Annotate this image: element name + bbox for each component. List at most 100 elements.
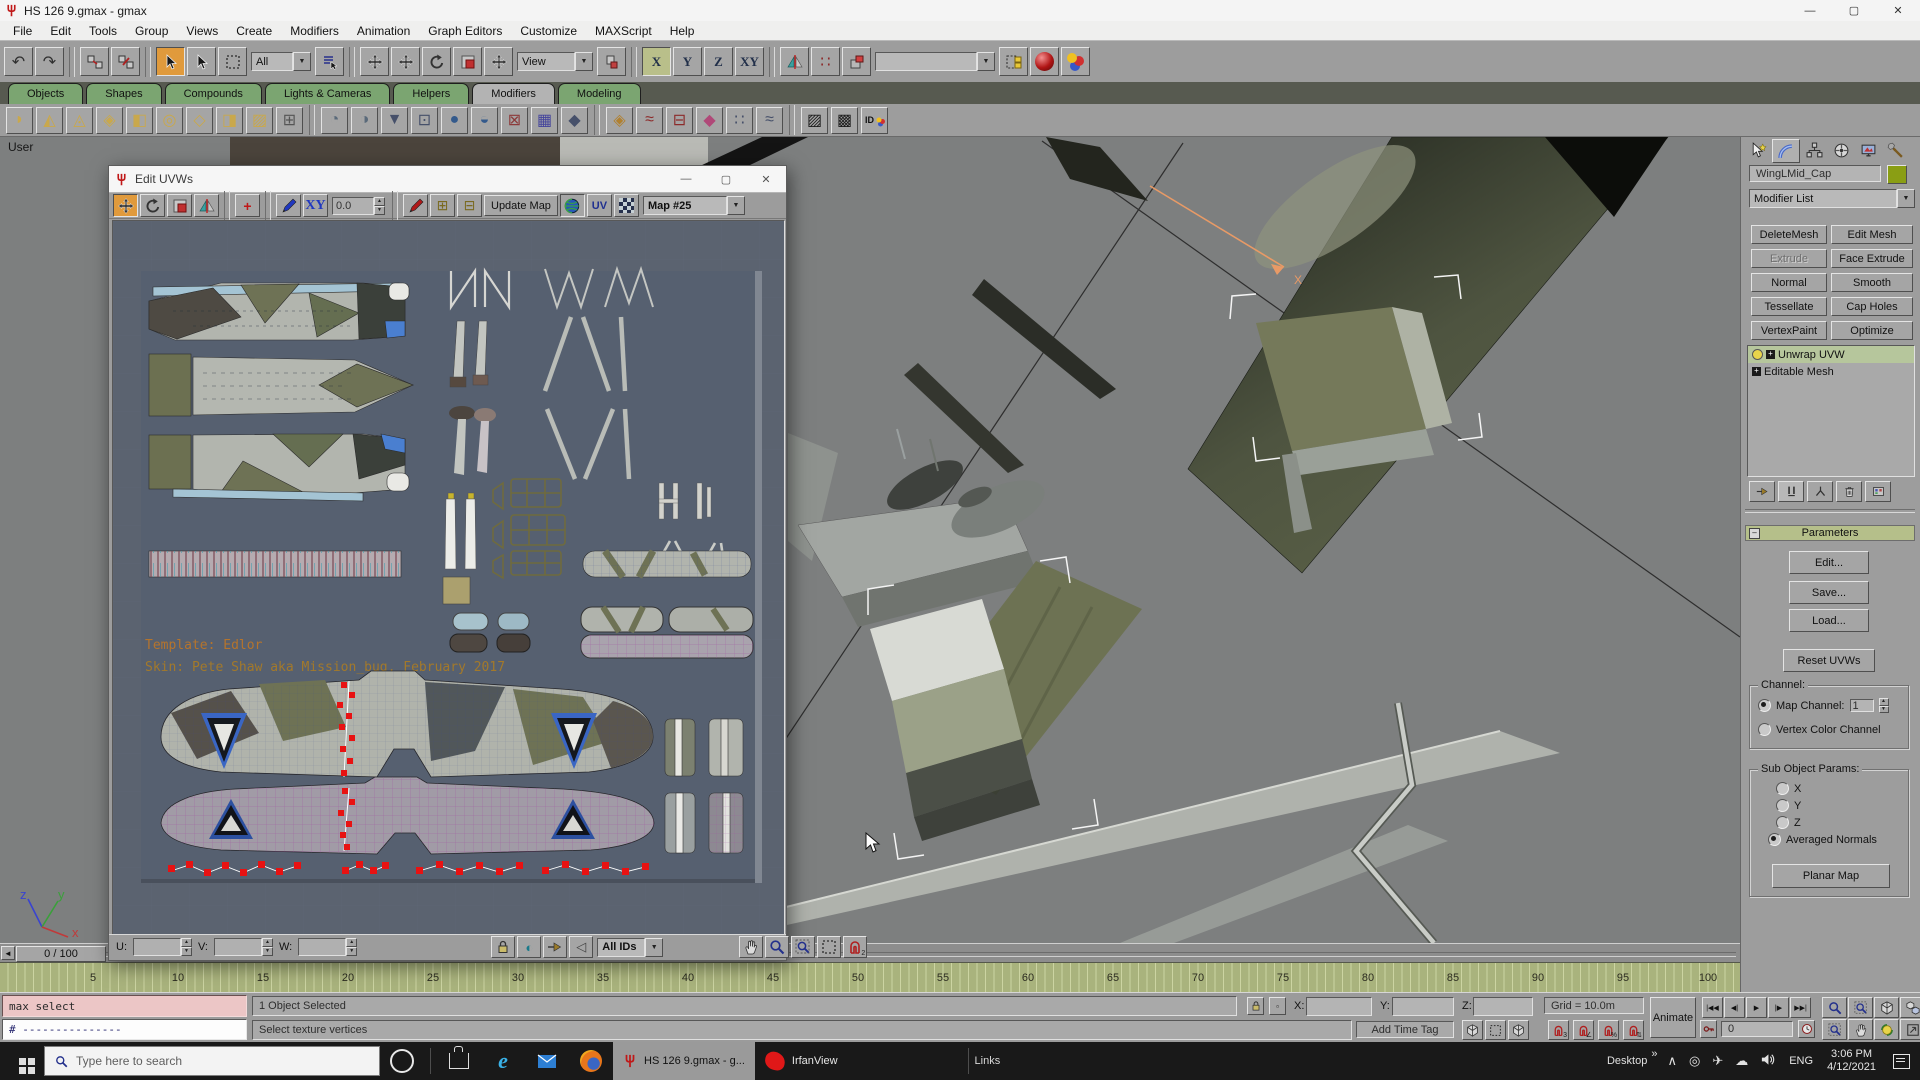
menu-file[interactable]: File [4, 21, 41, 40]
bend-modifier-icon[interactable]: ◗ [6, 106, 33, 134]
y-coord-field[interactable] [1392, 997, 1454, 1016]
grid-visible-icon[interactable] [613, 194, 639, 217]
pan-icon[interactable] [739, 936, 764, 958]
restrict-z-button[interactable]: Z [704, 47, 733, 76]
rotate-angle-field-spinner[interactable]: ▲ ▼ [374, 196, 385, 215]
modify-tab-button[interactable] [1772, 139, 1800, 163]
display-tab-button[interactable] [1855, 139, 1881, 161]
clock[interactable]: 3:06 PM 4/12/2021 [1827, 1048, 1876, 1074]
lock-selected-vertices-icon[interactable] [491, 936, 516, 958]
edit-mesh-button[interactable]: Edit Mesh [1831, 225, 1913, 244]
tab-shapes[interactable]: Shapes [86, 83, 162, 104]
select-and-manipulate-icon[interactable] [484, 47, 513, 76]
select-by-name-icon[interactable] [315, 47, 344, 76]
make-unique-icon[interactable] [1807, 481, 1833, 502]
expand-icon[interactable]: + [1752, 367, 1761, 376]
unwrap-icon[interactable]: ∷ [726, 106, 753, 134]
scale-uv-icon[interactable] [167, 194, 192, 217]
menu-create[interactable]: Create [227, 21, 281, 40]
object-name-field[interactable]: WingLMid_Cap [1749, 165, 1881, 182]
zoom-extents-all-icon[interactable] [1900, 997, 1920, 1018]
firefox-button[interactable] [569, 1042, 613, 1080]
min-max-toggle-icon[interactable] [1900, 1019, 1920, 1040]
viewport-label[interactable]: User [8, 140, 33, 154]
store-button[interactable] [437, 1042, 481, 1080]
checker-flag2-icon[interactable]: ▩ [831, 106, 858, 134]
sub-object-radio-x[interactable]: X [1776, 782, 1801, 795]
select-object-icon[interactable] [156, 47, 185, 76]
tab-helpers[interactable]: Helpers [393, 83, 470, 104]
stack-item-editable-mesh[interactable]: + Editable Mesh [1748, 363, 1914, 380]
spin-down-icon[interactable]: ▼ [374, 205, 385, 215]
language-indicator[interactable]: ENG [1789, 1055, 1813, 1067]
menu-animation[interactable]: Animation [348, 21, 419, 40]
checker-flag-icon[interactable]: ▨ [801, 106, 828, 134]
mirror-modifier-icon[interactable]: ◇ [186, 106, 213, 134]
show-map-icon[interactable] [559, 194, 585, 217]
zoom-viewport-icon[interactable] [1822, 997, 1847, 1018]
render-icon[interactable] [1061, 47, 1090, 76]
vertexpaint-button[interactable]: VertexPaint [1751, 321, 1827, 340]
normal-button[interactable]: Normal [1751, 273, 1827, 292]
spin-up-icon[interactable]: ▲ [262, 938, 273, 947]
add-time-tag[interactable]: Add Time Tag [1356, 1021, 1454, 1038]
links-toolbar[interactable]: Links [975, 1055, 1001, 1067]
utilities-tab-button[interactable] [1882, 139, 1908, 161]
align-icon[interactable] [842, 47, 871, 76]
reset-uvws-button[interactable]: Reset UVWs [1783, 649, 1875, 672]
stack-item-unwrap-uvw[interactable]: + Unwrap UVW [1748, 346, 1914, 363]
hidden-icons-chevron[interactable]: ∧ [1667, 1053, 1677, 1069]
menu-tools[interactable]: Tools [80, 21, 126, 40]
material-editor-icon[interactable] [1030, 47, 1059, 76]
region-zoom-icon[interactable] [1822, 1019, 1847, 1040]
xy-axis-icon[interactable]: XY [303, 194, 328, 217]
restrict-xy-button[interactable]: XY [735, 47, 764, 76]
map-select-dropdown-arrow-icon[interactable]: ▼ [726, 196, 745, 215]
radio-icon[interactable] [1776, 799, 1789, 812]
create-tab-button[interactable] [1745, 139, 1771, 161]
edit-button[interactable]: Edit... [1789, 551, 1869, 574]
desktop-toolbar[interactable]: Desktop [1607, 1055, 1647, 1067]
xform2-modifier-icon[interactable]: ⊠ [501, 106, 528, 134]
spline-tools-icon[interactable]: ≈ [756, 106, 783, 134]
tessellate-button[interactable]: Tessellate [1751, 297, 1827, 316]
motion-tab-button[interactable] [1828, 139, 1854, 161]
window-maximize-button[interactable]: ▢ [1832, 0, 1876, 21]
absolute-offset-toggle[interactable]: ▫ [1269, 997, 1286, 1015]
named-selection-dropdown[interactable]: ▼ [875, 52, 995, 71]
undo-icon[interactable]: ↶ [4, 47, 33, 76]
menu-edit[interactable]: Edit [41, 21, 80, 40]
soften-selection-icon[interactable] [543, 936, 568, 958]
noise-modifier-icon[interactable]: ◈ [96, 106, 123, 134]
material-id-icon[interactable]: ID [861, 106, 888, 134]
object-color-swatch[interactable] [1887, 165, 1907, 184]
lattice-modifier-icon[interactable]: ▨ [246, 106, 273, 134]
u-field[interactable]: ▲ ▼ [133, 938, 192, 956]
radio-icon[interactable] [1768, 833, 1781, 846]
edit-mesh-icon[interactable]: ⊟ [666, 106, 693, 134]
uv-coords-icon[interactable]: UV [586, 194, 612, 217]
sub-object-radio-z[interactable]: Z [1776, 816, 1801, 829]
window-close-button[interactable]: ✕ [1876, 0, 1920, 21]
select-object-alt-icon[interactable] [187, 47, 216, 76]
zoom-extents-icon[interactable] [1874, 997, 1899, 1018]
tray-circle-icon[interactable]: ◎ [1689, 1053, 1700, 1069]
uv-canvas[interactable]: Template: Edlor Skin: Pete Shaw aka Miss… [112, 220, 785, 936]
selection-filter-dropdown-arrow-icon[interactable]: ▼ [293, 52, 311, 71]
select-and-move-alt-icon[interactable] [391, 47, 420, 76]
rectangular-selection-region-icon[interactable] [218, 47, 247, 76]
taskbar-search-box[interactable]: Type here to search [44, 1046, 380, 1076]
twist-modifier-icon[interactable]: ◬ [66, 106, 93, 134]
restrict-y-button[interactable]: Y [673, 47, 702, 76]
tray-plane-icon[interactable]: ✈ [1712, 1053, 1723, 1069]
cortana-button[interactable] [380, 1042, 424, 1080]
w-field[interactable]: ▲ ▼ [298, 938, 358, 956]
sub-object-radio-averaged-normals[interactable]: Averaged Normals [1768, 833, 1877, 846]
pickup-icon[interactable]: ⊞ [430, 194, 455, 217]
menu-modifiers[interactable]: Modifiers [281, 21, 348, 40]
zoom-all-icon[interactable] [1848, 997, 1873, 1018]
tab-compounds[interactable]: Compounds [164, 83, 262, 104]
layer-manager-icon[interactable] [999, 47, 1028, 76]
snap-3d-icon[interactable]: 3 [1548, 1020, 1569, 1040]
pan-view-icon[interactable] [1848, 1019, 1873, 1040]
